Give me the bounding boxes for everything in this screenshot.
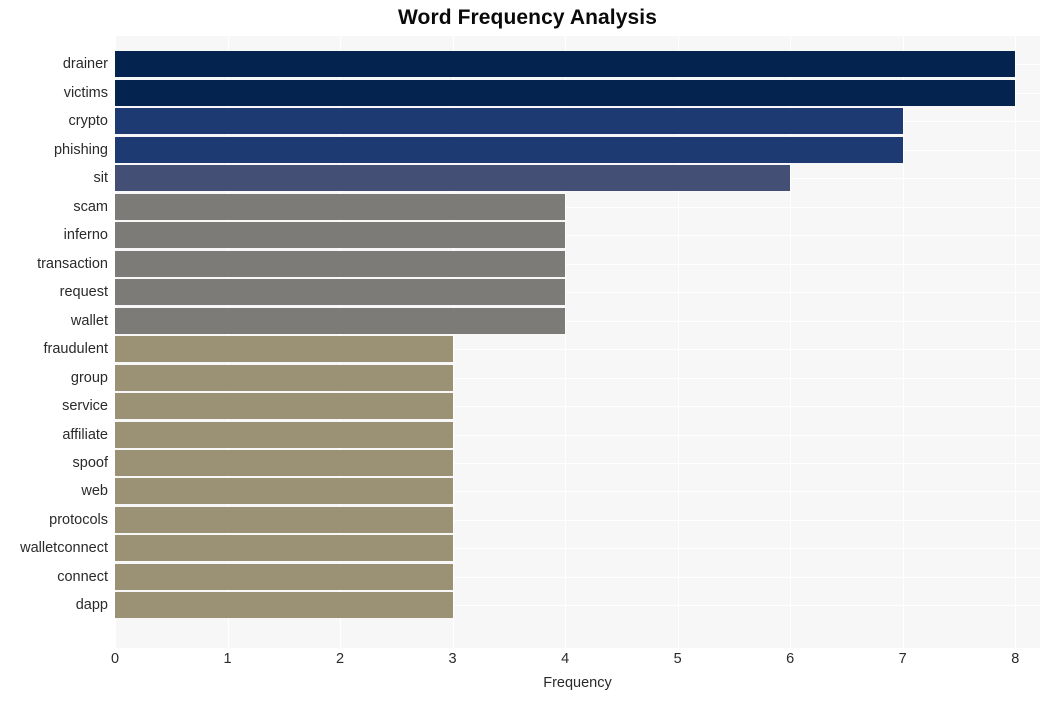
y-axis-tick-label: protocols <box>49 511 108 528</box>
x-axis-tick-label: 4 <box>561 651 570 667</box>
y-axis-tick-label: spoof <box>72 454 108 471</box>
x-axis-tick-label: 3 <box>448 651 457 667</box>
plot-area <box>115 36 1040 648</box>
y-axis-tick-label: service <box>62 398 108 415</box>
bar[interactable] <box>115 336 453 363</box>
bar[interactable] <box>115 222 566 249</box>
y-axis-tick-label: scam <box>73 198 108 215</box>
y-axis-tick-label: inferno <box>63 227 108 244</box>
bar[interactable] <box>115 279 566 306</box>
y-axis-tick-label: sit <box>93 170 109 187</box>
bar[interactable] <box>115 421 453 448</box>
bar[interactable] <box>115 449 453 476</box>
bar[interactable] <box>115 250 566 277</box>
x-axis-tick-labels: 0 1 2 3 4 5 6 7 8 <box>0 652 1055 676</box>
bar[interactable] <box>115 108 903 135</box>
y-axis-tick-label: request <box>59 284 108 301</box>
x-axis-tick-label: 7 <box>898 651 907 667</box>
y-axis-tick-label: web <box>81 483 108 500</box>
y-axis-tick-label: victims <box>63 84 108 101</box>
bar[interactable] <box>115 592 453 619</box>
bar[interactable] <box>115 393 453 420</box>
x-axis-tick-label: 8 <box>1011 651 1020 667</box>
bar[interactable] <box>115 364 453 391</box>
bar[interactable] <box>115 478 453 505</box>
bar[interactable] <box>115 563 453 590</box>
bar[interactable] <box>115 136 903 163</box>
bar[interactable] <box>115 79 1016 106</box>
y-axis-tick-label: dapp <box>75 597 108 614</box>
page-title: Word Frequency Analysis <box>397 6 658 29</box>
y-axis-tick-label: drainer <box>62 56 108 73</box>
x-axis-tick-label: 6 <box>786 651 795 667</box>
x-axis-tick-label: 0 <box>110 651 120 667</box>
bar[interactable] <box>115 193 566 220</box>
gridline-vertical <box>902 36 904 648</box>
y-axis-tick-label: wallet <box>70 312 108 329</box>
bar[interactable] <box>115 165 791 192</box>
x-axis-tick-label: 2 <box>336 651 345 667</box>
bar[interactable] <box>115 51 1016 78</box>
bar[interactable] <box>115 506 453 533</box>
x-axis-label: Frequency <box>543 675 612 691</box>
y-axis-tick-label: affiliate <box>62 426 108 443</box>
x-axis-tick-label: 1 <box>223 651 232 667</box>
y-axis-tick-label: group <box>70 369 108 386</box>
y-axis-tick-label: transaction <box>37 255 108 272</box>
y-axis-tick-label: phishing <box>53 141 108 158</box>
y-axis-tick-label: walletconnect <box>20 540 108 557</box>
y-axis-tick-label: fraudulent <box>43 341 109 358</box>
y-axis-tick-label: connect <box>57 568 108 585</box>
bar[interactable] <box>115 307 566 334</box>
word-frequency-chart: Word Frequency Analysis drainer victims cr… <box>0 0 1055 701</box>
bar[interactable] <box>115 535 453 562</box>
gridline-vertical <box>1015 36 1017 648</box>
x-axis-tick-label: 5 <box>673 651 682 667</box>
y-axis-tick-label: crypto <box>68 113 109 130</box>
